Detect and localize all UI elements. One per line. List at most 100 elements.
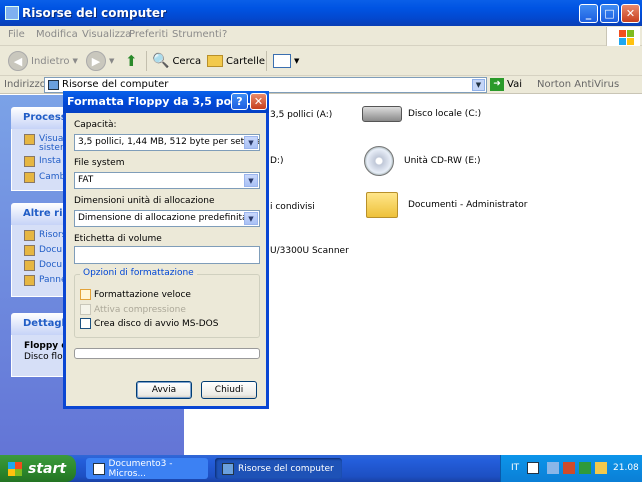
capacity-select[interactable]: 3,5 pollici, 1,44 MB, 512 byte per setto… bbox=[74, 134, 260, 151]
task-item[interactable]: Camb bbox=[24, 172, 65, 183]
boot-disk-checkbox[interactable]: Crea disco di avvio MS-DOS bbox=[80, 318, 218, 329]
task-item[interactable]: Docu bbox=[24, 260, 62, 271]
format-progress-bar bbox=[74, 348, 260, 359]
filesystem-value: FAT bbox=[78, 175, 94, 185]
forward-arrow-icon: ▶ bbox=[86, 51, 106, 71]
search-button[interactable]: 🔍 Cerca bbox=[152, 50, 201, 72]
drive-a-item[interactable]: 3,5 pollici (A:) bbox=[270, 110, 332, 120]
help-button[interactable]: ? bbox=[231, 93, 248, 110]
chevron-down-icon[interactable]: ▼ bbox=[244, 212, 258, 225]
filesystem-select[interactable]: FAT ▼ bbox=[74, 172, 260, 189]
network-tray-icon[interactable] bbox=[547, 462, 559, 474]
chevron-down-icon[interactable]: ▼ bbox=[244, 174, 258, 187]
toolbar: ◀ Indietro ▼ ▶ ▼ ⬆ 🔍 Cerca Cartelle ▼ bbox=[0, 46, 642, 76]
volume-label-input[interactable] bbox=[74, 246, 260, 264]
help-tray-icon[interactable] bbox=[527, 462, 539, 474]
menu-bar: File Modifica Visualizza Preferiti Strum… bbox=[0, 26, 642, 46]
start-format-button[interactable]: Avvia bbox=[136, 381, 192, 399]
folder-icon bbox=[207, 55, 223, 67]
quick-format-checkbox[interactable]: Formattazione veloce bbox=[80, 289, 191, 300]
up-arrow-icon: ⬆ bbox=[125, 52, 138, 70]
folder-icon bbox=[24, 260, 35, 271]
folders-button[interactable]: Cartelle bbox=[207, 50, 265, 72]
task-item[interactable]: Risors bbox=[24, 230, 66, 241]
go-arrow-icon: ➜ bbox=[490, 78, 504, 91]
task-item[interactable]: Insta bbox=[24, 156, 61, 167]
windows-logo-icon bbox=[8, 461, 22, 476]
cd-drive-icon bbox=[364, 146, 394, 176]
task-item[interactable]: Docu bbox=[24, 245, 62, 256]
go-button[interactable]: ➜ Vai bbox=[490, 78, 522, 91]
quick-format-label: Formattazione veloce bbox=[94, 289, 191, 300]
computer-icon bbox=[48, 80, 59, 90]
address-label: Indirizzo bbox=[4, 79, 46, 90]
menu-favorites[interactable]: Preferiti bbox=[129, 29, 168, 40]
menu-view[interactable]: Visualizza bbox=[82, 29, 131, 40]
menu-tools[interactable]: Strumenti bbox=[172, 29, 222, 40]
back-button[interactable]: ◀ Indietro ▼ bbox=[8, 50, 78, 72]
compression-label: Attiva compressione bbox=[94, 304, 186, 315]
window-title: Risorse del computer bbox=[22, 6, 166, 20]
network-icon bbox=[24, 230, 35, 241]
task-item[interactable]: Panne bbox=[24, 275, 66, 286]
menu-file[interactable]: File bbox=[8, 29, 25, 40]
norton-antivirus-toolbar[interactable]: Norton AntiVirus bbox=[537, 79, 619, 90]
folder-icon bbox=[24, 245, 35, 256]
drive-d-item[interactable]: D:) bbox=[270, 156, 283, 166]
dialog-close-button[interactable]: ✕ bbox=[250, 93, 267, 110]
checkbox-box bbox=[80, 318, 91, 329]
folders-label: Cartelle bbox=[226, 55, 266, 67]
compression-checkbox: Attiva compressione bbox=[80, 304, 186, 315]
taskbar-item-label: Documento3 - Micros... bbox=[108, 458, 173, 479]
start-button[interactable]: start bbox=[0, 455, 76, 482]
antivirus-tray-icon[interactable] bbox=[563, 462, 575, 474]
drive-e-item[interactable]: Unità CD-RW (E:) bbox=[364, 146, 481, 176]
volume-icon[interactable] bbox=[595, 462, 607, 474]
computer-icon bbox=[222, 462, 234, 475]
search-label: Cerca bbox=[172, 55, 202, 67]
taskbar-item-word[interactable]: Documento3 - Micros... bbox=[86, 458, 208, 479]
capacity-value: 3,5 pollici, 1,44 MB, 512 byte per setto… bbox=[78, 137, 260, 147]
search-icon: 🔍 bbox=[152, 53, 170, 69]
shared-docs-label: i condivisi bbox=[270, 202, 315, 212]
views-button[interactable]: ▼ bbox=[273, 50, 299, 72]
clock: 21.08 bbox=[613, 463, 639, 473]
views-icon bbox=[273, 54, 291, 68]
close-dialog-button[interactable]: Chiudi bbox=[201, 381, 257, 399]
control-panel-icon bbox=[24, 275, 35, 286]
taskbar-item-label: Risorse del computer bbox=[238, 463, 334, 474]
drive-a-label: 3,5 pollici (A:) bbox=[270, 110, 333, 120]
menu-help[interactable]: ? bbox=[222, 29, 227, 40]
allocation-label: Dimensioni unità di allocazione bbox=[74, 196, 215, 206]
windows-logo-icon bbox=[606, 27, 640, 46]
maximize-button[interactable]: □ bbox=[600, 4, 619, 23]
chevron-down-icon[interactable]: ▼ bbox=[472, 79, 485, 91]
menu-edit[interactable]: Modifica bbox=[36, 29, 78, 40]
system-tray: IT 21.08 bbox=[500, 455, 642, 482]
up-folder-button[interactable]: ⬆ bbox=[125, 50, 138, 72]
minimize-button[interactable]: _ bbox=[579, 4, 598, 23]
language-indicator[interactable]: IT bbox=[511, 463, 519, 473]
admin-docs-item[interactable]: Documenti - Administrator bbox=[366, 192, 527, 218]
back-label: Indietro bbox=[31, 55, 70, 67]
task-icon bbox=[24, 172, 35, 183]
chevron-down-icon: ▼ bbox=[109, 57, 115, 65]
chevron-down-icon[interactable]: ▼ bbox=[244, 136, 258, 149]
window-titlebar[interactable]: Risorse del computer _ □ ✕ bbox=[0, 0, 642, 26]
taskbar-item-explorer[interactable]: Risorse del computer bbox=[215, 458, 342, 479]
address-value: Risorse del computer bbox=[62, 79, 169, 90]
allocation-value: Dimensione di allocazione predefinita bbox=[78, 213, 248, 223]
scanner-label: U/3300U Scanner bbox=[270, 246, 349, 256]
allocation-select[interactable]: Dimensione di allocazione predefinita ▼ bbox=[74, 210, 260, 227]
task-item-cont[interactable]: sister bbox=[39, 143, 64, 153]
forward-button[interactable]: ▶ ▼ bbox=[86, 50, 114, 72]
tray-icon[interactable] bbox=[579, 462, 591, 474]
shared-docs-item[interactable]: i condivisi bbox=[270, 202, 315, 212]
drive-c-item[interactable]: Disco locale (C:) bbox=[362, 106, 481, 122]
format-dialog: Formatta Floppy da 3,5 polli... ? ✕ Capa… bbox=[63, 91, 269, 409]
computer-icon bbox=[5, 6, 19, 20]
chevron-down-icon: ▼ bbox=[294, 57, 300, 65]
close-button[interactable]: ✕ bbox=[621, 4, 640, 23]
capacity-label: Capacità: bbox=[74, 120, 117, 130]
scanner-item[interactable]: U/3300U Scanner bbox=[270, 246, 349, 256]
